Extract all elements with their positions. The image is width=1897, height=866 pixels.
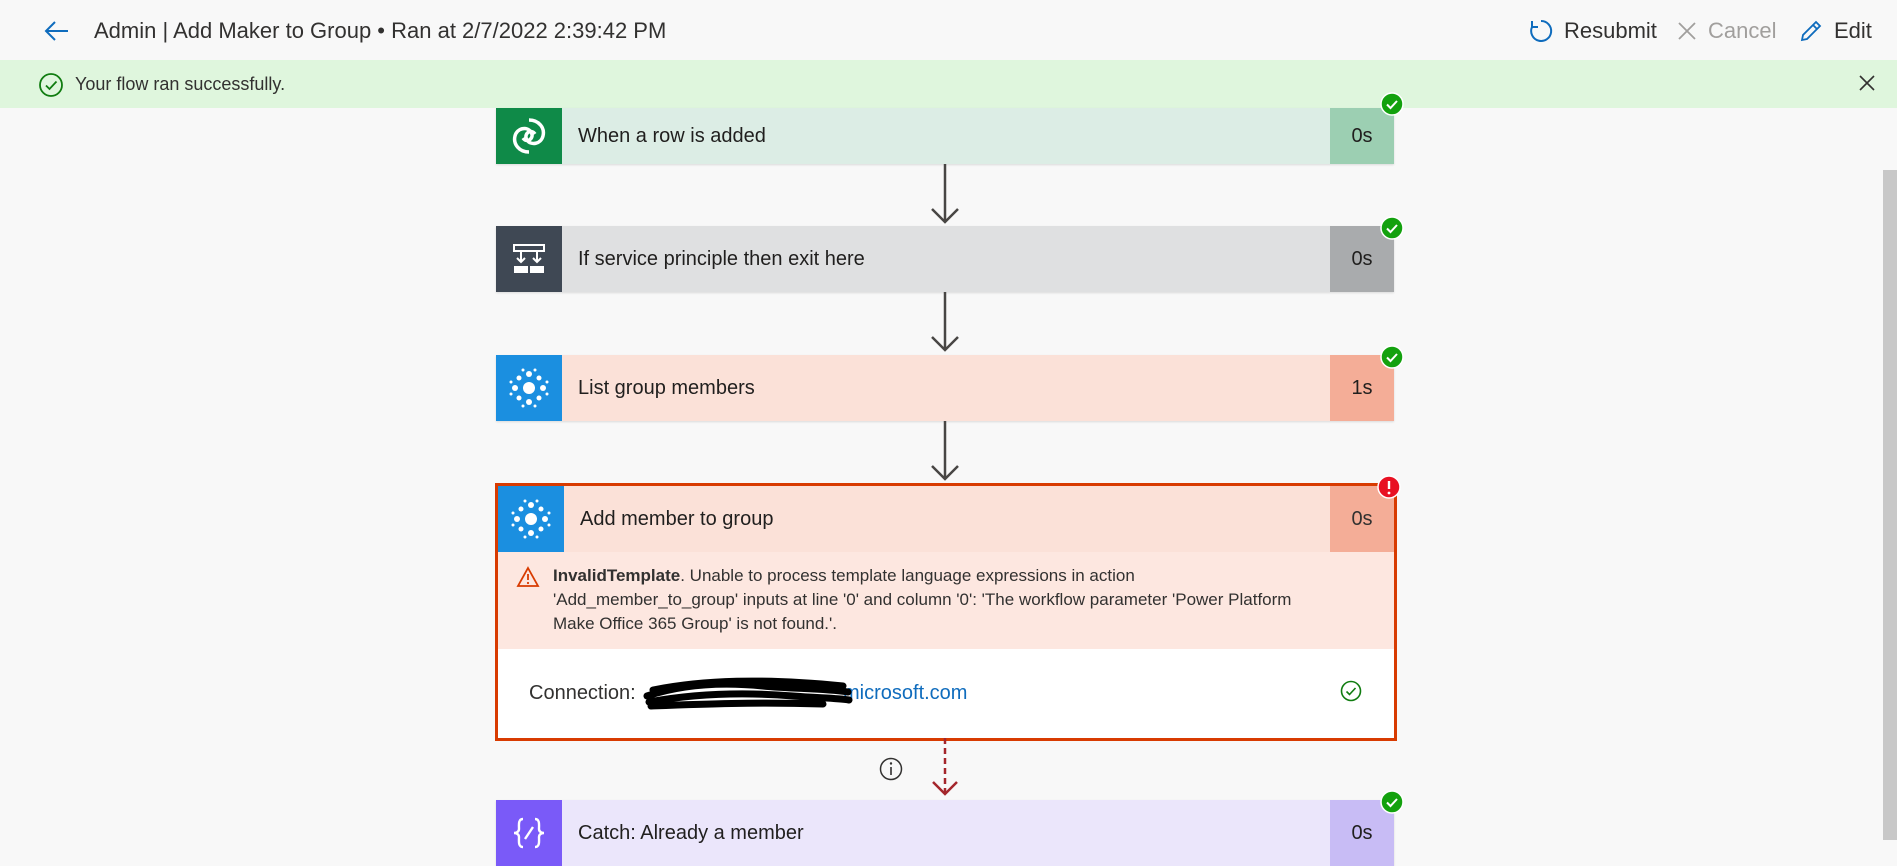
step-header[interactable]: Add member to group 0s [498,486,1394,552]
edit-button[interactable]: Edit [1798,14,1872,48]
scope-icon [496,800,562,866]
step-name: List group members [578,376,755,399]
error-message: InvalidTemplate. Unable to process templ… [553,564,1313,636]
banner-message: Your flow ran successfully. [75,74,286,94]
redaction-scribble [643,677,853,710]
error-title: InvalidTemplate [553,566,681,585]
success-badge-icon [1380,92,1404,116]
connection-row: Connection: microsoft.com [498,649,1394,738]
close-icon [1678,22,1696,40]
dataverse-icon [496,108,562,164]
success-badge-icon [1380,216,1404,240]
step-name: When a row is added [578,124,766,147]
condition-icon [496,226,562,292]
flow-arrow-icon [931,421,959,481]
step-card-trigger[interactable]: When a row is added 0s [496,108,1394,164]
page-title: Admin | Add Maker to Group • Ran at 2/7/… [94,18,667,43]
flow-arrow-icon [931,164,959,224]
dismiss-banner-icon[interactable] [1858,74,1876,92]
run-header: Admin | Add Maker to Group • Ran at 2/7/… [0,0,1897,60]
resubmit-label: Resubmit [1564,18,1657,43]
connection-label: Connection: [529,682,636,704]
step-card-add-member[interactable]: Add member to group 0s InvalidTemplate. … [495,483,1397,741]
warning-icon [516,566,540,587]
info-icon[interactable] [878,756,904,782]
error-panel: InvalidTemplate. Unable to process templ… [498,552,1394,649]
office365-groups-icon [498,486,564,552]
check-circle-icon [39,73,63,97]
flow-arrow-icon [931,292,959,352]
arrow-left-icon [44,21,68,41]
run-after-arrow-icon [932,738,958,796]
step-duration: 0s [1330,108,1394,164]
check-circle-icon [1340,680,1362,702]
step-name: Add member to group [580,507,774,530]
success-badge-icon [1380,790,1404,814]
step-card-catch[interactable]: Catch: Already a member 0s [496,800,1394,866]
resubmit-button[interactable]: Resubmit [1528,14,1657,48]
step-card-condition[interactable]: If service principle then exit here 0s [496,226,1394,292]
back-button[interactable] [42,16,72,46]
step-card-list-members[interactable]: List group members 1s [496,355,1394,421]
pencil-icon [1800,20,1822,42]
refresh-icon [1530,19,1553,42]
cancel-label: Cancel [1708,18,1777,43]
step-name: If service principle then exit here [578,247,865,270]
success-badge-icon [1380,345,1404,369]
cancel-button[interactable]: Cancel [1676,14,1776,48]
vertical-scrollbar[interactable] [1883,170,1897,840]
connection-email[interactable]: microsoft.com [843,682,967,705]
step-name: Catch: Already a member [578,821,804,844]
edit-label: Edit [1834,18,1872,43]
office365-groups-icon [496,355,562,421]
error-badge-icon [1377,475,1401,499]
success-banner: Your flow ran successfully. [0,60,1897,108]
